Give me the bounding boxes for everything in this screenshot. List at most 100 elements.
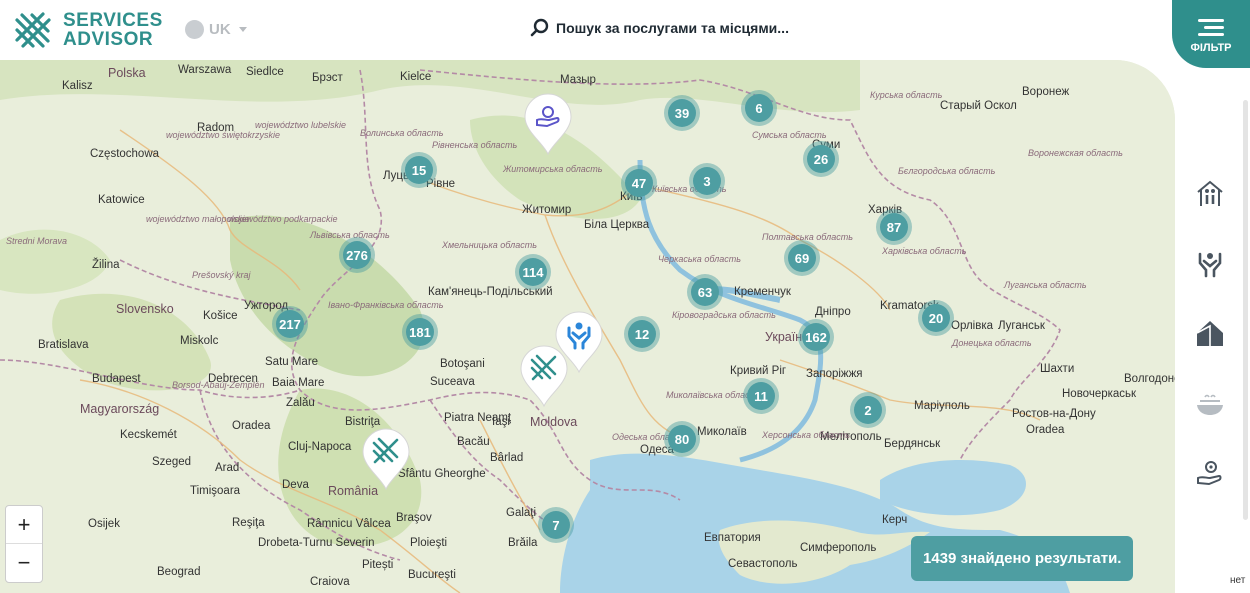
map-cluster[interactable]: 20 (918, 300, 954, 336)
city-label: Севастополь (728, 558, 798, 570)
city-label: Pitești (362, 559, 394, 571)
city-label: Біла Церква (584, 219, 650, 231)
shelter-icon[interactable] (1195, 178, 1225, 208)
cluster-count: 181 (406, 318, 434, 346)
region-label: Сумська область (752, 130, 827, 140)
cluster-count: 7 (542, 511, 570, 539)
map-cluster[interactable]: 63 (687, 274, 723, 310)
region-label: Луганська область (1004, 280, 1087, 290)
city-label: Deva (282, 479, 309, 491)
housing-icon[interactable] (1195, 318, 1225, 348)
city-label: Miskolc (180, 335, 219, 347)
region-label: Донецька область (952, 338, 1032, 348)
map-attribution[interactable]: нет (1228, 574, 1248, 587)
city-label: Bucureşti (408, 569, 456, 581)
map-cluster[interactable]: 162 (798, 319, 834, 355)
region-label: Prešovský kraj (192, 270, 251, 280)
cluster-count: 6 (745, 94, 773, 122)
zoom-out-button[interactable]: − (6, 544, 42, 582)
map-cluster[interactable]: 47 (621, 165, 657, 201)
city-label: Osijek (88, 518, 120, 530)
city-label: Siedlce (246, 66, 284, 78)
region-label: Житомирська область (503, 164, 603, 174)
map-cluster[interactable]: 114 (515, 254, 551, 290)
country-label: Slovensko (116, 302, 174, 316)
city-label: Керч (882, 514, 908, 526)
support-hands-icon[interactable] (1195, 248, 1225, 278)
region-label: Воронежская область (1028, 148, 1123, 158)
search-icon (530, 18, 549, 37)
city-label: Кременчук (734, 286, 791, 298)
map-cluster[interactable]: 11 (743, 378, 779, 414)
map-cluster[interactable]: 181 (402, 314, 438, 350)
food-icon[interactable] (1195, 388, 1225, 418)
city-label: Beograd (157, 566, 201, 578)
city-label: Oradea (232, 420, 271, 432)
header: SERVICES ADVISOR UK Пошук за послугами т… (0, 0, 1250, 60)
map[interactable]: Polska Slovensko Magyarország România Mo… (0, 60, 1175, 593)
map-cluster[interactable]: 80 (664, 421, 700, 457)
city-label: Drobeta-Turnu Severin (258, 537, 375, 549)
region-label: Курська область (870, 90, 943, 100)
city-label: Braşov (396, 512, 432, 524)
city-label: Bârlad (490, 452, 524, 464)
cluster-count: 69 (788, 244, 816, 272)
city-label: Szeged (152, 456, 192, 468)
scrollbar[interactable] (1243, 100, 1248, 520)
city-label: Cluj-Napoca (288, 441, 352, 453)
services-advisor-pin-icon[interactable] (361, 428, 411, 490)
language-selector[interactable]: UK (185, 20, 247, 39)
city-label: Sfântu Gheorghe (398, 468, 486, 480)
city-label: Timişoara (190, 485, 241, 497)
city-label: Košice (203, 310, 238, 322)
city-label: Satu Mare (265, 356, 319, 368)
logo-text: SERVICES ADVISOR (63, 11, 163, 49)
map-cluster[interactable]: 276 (339, 237, 375, 273)
map-cluster[interactable]: 2 (850, 392, 886, 428)
region-label: Івано-Франківська область (328, 300, 444, 310)
map-cluster[interactable]: 26 (803, 141, 839, 177)
region-label: Волинська область (360, 128, 444, 138)
map-cluster[interactable]: 87 (876, 209, 912, 245)
region-label: Рівненська область (432, 140, 518, 150)
logo[interactable]: SERVICES ADVISOR (13, 10, 163, 50)
map-cluster[interactable]: 15 (401, 152, 437, 188)
city-label: Bistriţa (345, 416, 381, 428)
map-cluster[interactable]: 6 (741, 90, 777, 126)
city-label: Евпатория (704, 532, 761, 544)
city-label: Миколаїв (697, 426, 747, 438)
city-label: Iaşi (492, 416, 510, 428)
cluster-count: 3 (693, 167, 721, 195)
city-label: Warszawa (178, 64, 232, 76)
map-cluster[interactable]: 7 (538, 507, 574, 543)
cluster-count: 80 (668, 425, 696, 453)
cluster-count: 162 (802, 323, 830, 351)
region-label: Borsod-Abaúj-Zemplén (172, 380, 265, 390)
city-label: Arad (215, 462, 240, 474)
map-cluster[interactable]: 69 (784, 240, 820, 276)
donation-pin-icon[interactable] (523, 93, 573, 155)
map-cluster[interactable]: 39 (664, 95, 700, 131)
logo-line2: ADVISOR (63, 29, 154, 50)
country-label: Moldova (530, 415, 578, 429)
map-cluster[interactable]: 3 (689, 163, 725, 199)
cluster-count: 39 (668, 99, 696, 127)
city-label: Kalisz (62, 80, 93, 92)
aid-hand-icon[interactable] (1195, 458, 1225, 488)
region-label: Stredni Morava (6, 236, 68, 246)
city-label: Кривий Ріг (730, 365, 787, 377)
chevron-down-icon (238, 27, 247, 32)
services-advisor-pin-icon[interactable] (519, 345, 569, 407)
map-cluster[interactable]: 12 (624, 316, 660, 352)
menu-icon (1198, 15, 1224, 40)
map-cluster[interactable]: 217 (272, 306, 308, 342)
search-bar[interactable]: Пошук за послугами та місцями... (530, 18, 789, 38)
city-label: Старый Оскол (940, 100, 1017, 112)
city-label: Kecskemét (120, 429, 177, 441)
filter-button[interactable]: ФІЛЬТР (1172, 0, 1250, 68)
city-label: Брэст (312, 72, 343, 84)
region-label: Бєлгородська область (898, 166, 996, 176)
city-label: Brăila (508, 537, 538, 549)
zoom-in-button[interactable]: + (6, 506, 42, 544)
city-label: Дніпро (815, 306, 851, 318)
